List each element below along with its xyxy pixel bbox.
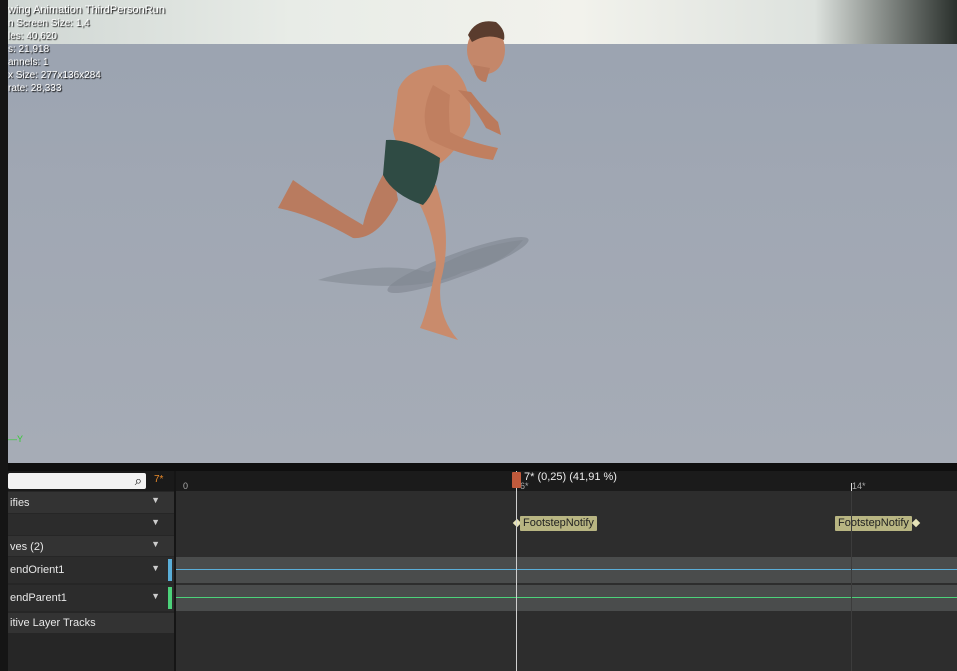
viewport-overlay-title: wing Animation ThirdPersonRun: [8, 4, 165, 16]
track-row-curves[interactable]: ves (2) ▼: [8, 536, 174, 556]
chevron-down-icon[interactable]: ▼: [151, 539, 160, 549]
timeline-area[interactable]: 0 6* 14* FootstepNotify FootstepNotify 7…: [176, 471, 957, 671]
track-list-panel: ⌕ 7* ifies ▼ ▼ ves (2) ▼ endOrient1 ▼ en…: [8, 471, 174, 671]
stat-framerate: rate: 28,333: [8, 83, 62, 94]
chevron-down-icon[interactable]: ▼: [151, 495, 160, 505]
notify-lane[interactable]: FootstepNotify FootstepNotify: [176, 514, 957, 535]
stat-screen-size: n Screen Size: 1,4: [8, 18, 90, 29]
timeline-toolbar-gap: [8, 463, 957, 471]
track-row-notifies[interactable]: ifies ▼: [8, 492, 174, 513]
chevron-down-icon[interactable]: ▼: [151, 563, 160, 573]
ruler-tick-end: 14*: [852, 481, 866, 491]
playhead-readout: 7* (0,25) (41,91 %): [524, 471, 617, 483]
playhead-handle[interactable]: [512, 472, 521, 488]
curves-header-lane: [176, 536, 957, 556]
current-frame-badge: 7*: [154, 474, 164, 485]
track-search-row: ⌕ 7*: [8, 471, 174, 491]
playhead-line[interactable]: [516, 471, 517, 671]
curve-lane-blend-parent[interactable]: [176, 585, 957, 611]
animation-viewport[interactable]: wing Animation ThirdPersonRun n Screen S…: [8, 0, 957, 463]
curve-color-chip: [168, 587, 172, 609]
notify-header-lane: [176, 492, 957, 513]
track-label-blend-orient: endOrient1: [10, 564, 65, 576]
stat-vertices: s: 21,918: [8, 44, 50, 55]
additive-lane: [176, 613, 957, 671]
track-label-curves: ves (2): [10, 541, 44, 553]
frame-gridline: [851, 491, 852, 671]
track-label-blend-parent: endParent1: [10, 592, 67, 604]
axis-gizmo: —Y: [8, 434, 24, 444]
viewport-stats-overlay: wing Animation ThirdPersonRun n Screen S…: [8, 4, 165, 95]
stat-triangles: les: 40,620: [8, 31, 57, 42]
ruler-tick-mark: [851, 483, 852, 491]
track-row-blend-orient[interactable]: endOrient1 ▼: [8, 557, 174, 583]
track-row-additive-layer[interactable]: itive Layer Tracks: [8, 613, 174, 633]
ruler-tick-start: 0: [183, 481, 189, 491]
track-row-notify-lane[interactable]: ▼: [8, 514, 174, 535]
curve-lane-blend-orient[interactable]: [176, 557, 957, 583]
track-label-additive-layer: itive Layer Tracks: [10, 617, 96, 629]
curve-line-blend-orient: [176, 569, 957, 570]
running-character: [278, 21, 529, 340]
footstep-notify-2[interactable]: FootstepNotify: [835, 516, 912, 531]
left-edge-strip: [0, 0, 8, 671]
chevron-down-icon[interactable]: ▼: [151, 517, 160, 527]
curve-color-chip: [168, 559, 172, 581]
footstep-notify-1[interactable]: FootstepNotify: [520, 516, 597, 531]
track-search-input[interactable]: ⌕: [8, 473, 146, 489]
track-label-notifies: ifies: [10, 497, 30, 509]
curve-line-blend-parent: [176, 597, 957, 598]
stat-channels: annels: 1: [8, 57, 49, 68]
search-icon[interactable]: ⌕: [135, 473, 142, 489]
stat-approx-size: x Size: 277x136x284: [8, 70, 101, 81]
notify-diamond-icon[interactable]: [911, 518, 921, 528]
chevron-down-icon[interactable]: ▼: [151, 591, 160, 601]
track-row-blend-parent[interactable]: endParent1 ▼: [8, 585, 174, 611]
